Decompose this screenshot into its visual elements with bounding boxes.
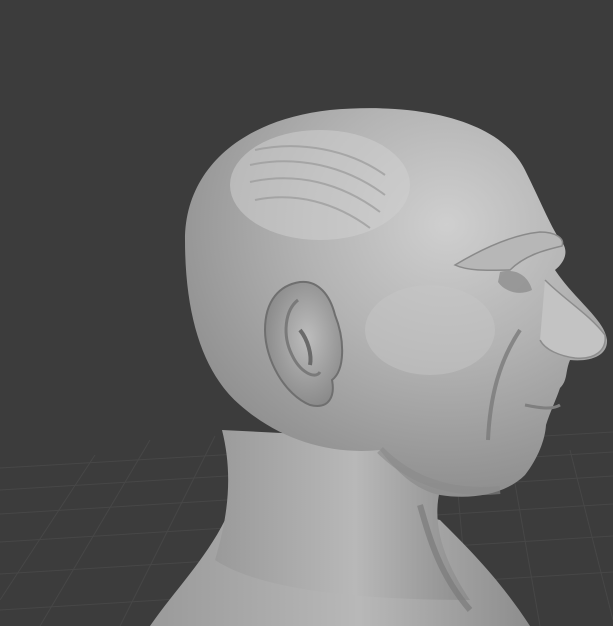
skull-highlight xyxy=(230,130,410,240)
3d-viewport[interactable] xyxy=(0,0,613,626)
viewport-canvas[interactable] xyxy=(0,0,613,626)
cheek-highlight xyxy=(365,285,495,375)
